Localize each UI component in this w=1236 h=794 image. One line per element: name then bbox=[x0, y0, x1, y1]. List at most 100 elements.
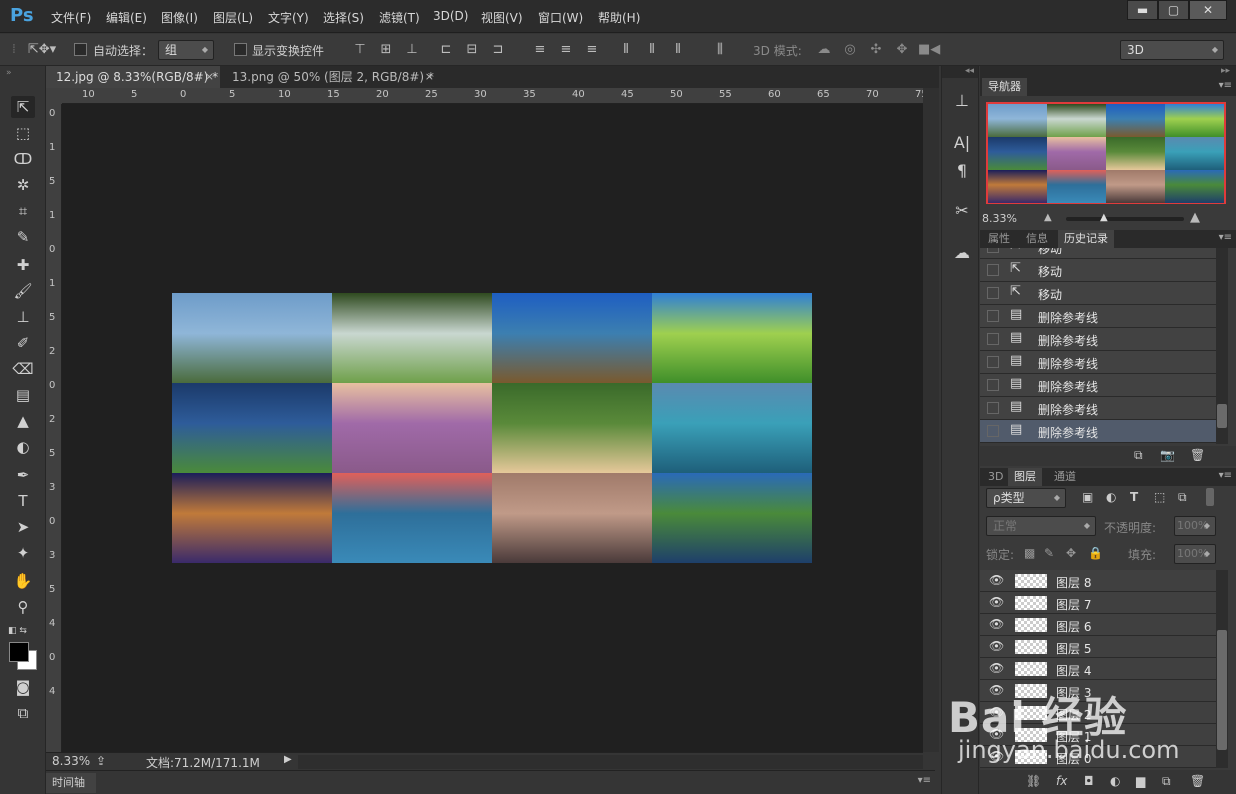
tab-3d[interactable]: 3D bbox=[982, 468, 1009, 486]
menu-item[interactable]: 帮助(H) bbox=[598, 9, 640, 26]
layers-menu-icon[interactable]: ▾≡ bbox=[1219, 470, 1232, 481]
screen-mode-icon[interactable]: ⧉ bbox=[11, 702, 35, 724]
crop-tool-icon[interactable]: ⌗ bbox=[11, 200, 35, 222]
strip-collapse-icon[interactable]: ◂◂ bbox=[942, 66, 978, 78]
show-transform-checkbox[interactable] bbox=[234, 43, 247, 56]
filter-shape-icon[interactable]: ⬚ bbox=[1154, 490, 1165, 504]
auto-select-checkbox[interactable] bbox=[74, 43, 87, 56]
delete-state-icon[interactable]: 🗑 bbox=[1190, 448, 1205, 462]
align-bottom-icon[interactable]: ⊥ bbox=[402, 40, 422, 60]
opacity-field[interactable]: 100% bbox=[1174, 516, 1216, 536]
workspace-dropdown[interactable]: 3D bbox=[1120, 40, 1224, 60]
distribute-right-icon[interactable]: ⫴ bbox=[668, 40, 688, 60]
history-snapshot-checkbox[interactable] bbox=[987, 402, 999, 414]
navigator-zoom-slider[interactable] bbox=[1066, 217, 1184, 221]
type-tool-icon[interactable]: T bbox=[11, 490, 35, 512]
zoom-readout[interactable]: 8.33% bbox=[52, 754, 90, 768]
filter-type-icon[interactable]: T bbox=[1130, 490, 1138, 504]
lock-pixels-icon[interactable]: ✎ bbox=[1044, 546, 1054, 560]
distribute-hcenter-icon[interactable]: ⫴ bbox=[642, 40, 662, 60]
align-hcenter-icon[interactable]: ⊟ bbox=[462, 40, 482, 60]
menu-item[interactable]: 文字(Y) bbox=[268, 9, 309, 26]
history-brush-tool-icon[interactable]: ✐ bbox=[11, 332, 35, 354]
history-state[interactable]: ▤ 删除参考线 bbox=[980, 351, 1216, 374]
distribute-left-icon[interactable]: ⫴ bbox=[616, 40, 636, 60]
maximize-button[interactable]: ▢ bbox=[1158, 0, 1189, 20]
rotate-3d-icon[interactable]: ☁ bbox=[814, 40, 834, 60]
menu-item[interactable]: 视图(V) bbox=[481, 9, 523, 26]
hand-tool-icon[interactable]: ✋ bbox=[11, 570, 35, 592]
link-layers-icon[interactable]: ⛓ bbox=[1026, 774, 1041, 788]
filter-adjustment-icon[interactable]: ◐ bbox=[1106, 490, 1116, 504]
tab-channels[interactable]: 通道 bbox=[1048, 468, 1082, 486]
history-snapshot-checkbox[interactable] bbox=[987, 356, 999, 368]
auto-align-icon[interactable]: ⫼ bbox=[710, 40, 730, 60]
drag-3d-icon[interactable]: ✣ bbox=[866, 40, 886, 60]
fill-field[interactable]: 100% bbox=[1174, 544, 1216, 564]
healing-brush-tool-icon[interactable]: ✚ bbox=[11, 254, 35, 276]
visibility-eye-icon[interactable]: 👁 bbox=[989, 595, 1004, 609]
tab-properties[interactable]: 属性 bbox=[982, 230, 1016, 248]
history-state[interactable]: ▤ 删除参考线 bbox=[980, 397, 1216, 420]
share-icon[interactable]: ⇪ bbox=[96, 754, 106, 768]
creative-cloud-icon[interactable]: ☁ bbox=[951, 242, 973, 264]
move-tool-preset-icon[interactable]: ⇱✥▾ bbox=[24, 40, 60, 60]
auto-select-dropdown[interactable]: 组 bbox=[158, 40, 214, 60]
magic-wand-tool-icon[interactable]: ✲ bbox=[11, 174, 35, 196]
delete-layer-icon[interactable]: 🗑 bbox=[1190, 774, 1205, 788]
add-mask-icon[interactable]: ◘ bbox=[1084, 774, 1094, 788]
visibility-eye-icon[interactable]: 👁 bbox=[989, 661, 1004, 675]
move-tool-icon[interactable]: ⇱ bbox=[11, 96, 35, 118]
new-document-from-state-icon[interactable]: ⧉ bbox=[1134, 448, 1143, 463]
history-state[interactable]: ⇱ 移动 bbox=[980, 259, 1216, 282]
panels-collapse-icon[interactable]: ▸▸ bbox=[980, 66, 1236, 78]
navigator-proxy-view[interactable] bbox=[986, 102, 1226, 204]
toolbox-collapse-icon[interactable]: » bbox=[6, 68, 12, 78]
pen-tool-icon[interactable]: ✒ bbox=[11, 464, 35, 486]
close-tab-icon[interactable]: × bbox=[205, 66, 214, 88]
visibility-eye-icon[interactable]: 👁 bbox=[989, 573, 1004, 587]
tool-presets-icon[interactable]: ✂ bbox=[951, 200, 973, 222]
layer-row[interactable]: 👁 图层 7 bbox=[980, 592, 1216, 614]
history-state[interactable]: ▤ 删除参考线 bbox=[980, 328, 1216, 351]
new-group-icon[interactable]: ▆ bbox=[1136, 774, 1145, 788]
lock-all-icon[interactable]: 🔒 bbox=[1088, 546, 1103, 560]
distribute-vcenter-icon[interactable]: ≡ bbox=[556, 40, 576, 60]
gradient-tool-icon[interactable]: ▤ bbox=[11, 384, 35, 406]
history-state[interactable]: ▤ 删除参考线 bbox=[980, 305, 1216, 328]
tab-navigator[interactable]: 导航器 bbox=[982, 78, 1027, 96]
history-snapshot-checkbox[interactable] bbox=[987, 333, 999, 345]
menu-item[interactable]: 图像(I) bbox=[161, 9, 198, 26]
character-panel-icon[interactable]: A| bbox=[951, 132, 973, 154]
visibility-eye-icon[interactable]: 👁 bbox=[989, 639, 1004, 653]
layer-row[interactable]: 👁 图层 8 bbox=[980, 570, 1216, 592]
history-snapshot-checkbox[interactable] bbox=[987, 379, 999, 391]
menu-item[interactable]: 文件(F) bbox=[51, 9, 91, 26]
canvas-vertical-scrollbar[interactable] bbox=[923, 88, 939, 752]
brush-tool-icon[interactable]: 🖌 bbox=[11, 280, 35, 302]
lasso-tool-icon[interactable]: ↀ bbox=[11, 148, 35, 170]
roll-3d-icon[interactable]: ◎ bbox=[840, 40, 860, 60]
menu-item[interactable]: 窗口(W) bbox=[538, 9, 583, 26]
history-snapshot-checkbox[interactable] bbox=[987, 264, 999, 276]
blur-tool-icon[interactable]: ▲ bbox=[11, 410, 35, 432]
distribute-top-icon[interactable]: ≡ bbox=[530, 40, 550, 60]
minimize-button[interactable]: ▬ bbox=[1127, 0, 1158, 20]
history-scrollbar[interactable] bbox=[1216, 248, 1228, 444]
history-snapshot-checkbox[interactable] bbox=[987, 287, 999, 299]
history-state[interactable]: ⇱ 移动 bbox=[980, 248, 1216, 259]
eyedropper-tool-icon[interactable]: ✎ bbox=[11, 226, 35, 248]
shape-tool-icon[interactable]: ✦ bbox=[11, 542, 35, 564]
layer-style-icon[interactable]: fx bbox=[1056, 774, 1067, 788]
zoom-slider-handle[interactable]: ▲ bbox=[1100, 212, 1108, 223]
snapshot-icon[interactable]: 📷 bbox=[1160, 448, 1175, 462]
menu-item[interactable]: 编辑(E) bbox=[106, 9, 147, 26]
clone-stamp-tool-icon[interactable]: ⊥ bbox=[11, 306, 35, 328]
visibility-eye-icon[interactable]: 👁 bbox=[989, 617, 1004, 631]
brush-presets-icon[interactable]: ⊥ bbox=[951, 90, 973, 112]
tab-info[interactable]: 信息 bbox=[1020, 230, 1054, 248]
timeline-tab[interactable]: 时间轴 bbox=[46, 773, 96, 793]
close-window-button[interactable]: ✕ bbox=[1189, 0, 1227, 20]
tab-13-png[interactable]: 13.png @ 50% (图层 2, RGB/8#) * × bbox=[222, 66, 440, 88]
menu-item[interactable]: 图层(L) bbox=[213, 9, 253, 26]
